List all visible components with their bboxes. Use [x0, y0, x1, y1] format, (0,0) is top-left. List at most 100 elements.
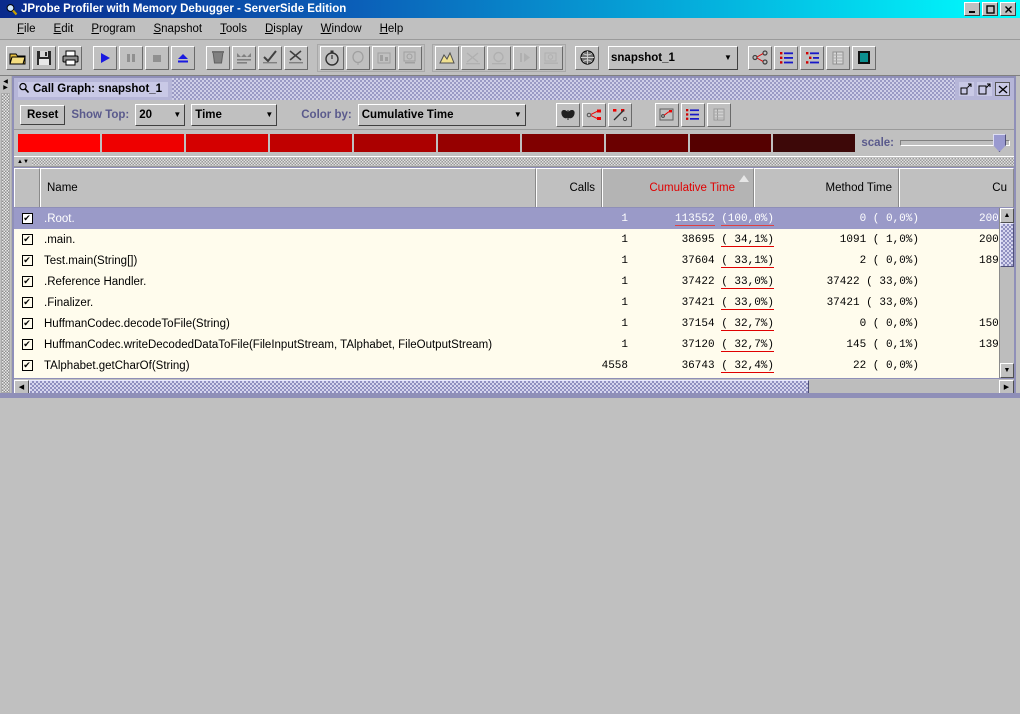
color-by-combo[interactable]: Cumulative Time ▼ [357, 103, 526, 126]
menu-program[interactable]: Program [82, 21, 144, 37]
splitter-arrow-icons[interactable]: ▲▼ [14, 159, 29, 165]
merge-icon[interactable] [513, 45, 537, 70]
table-view-icon[interactable] [826, 45, 850, 70]
table-vertical-scrollbar[interactable]: ▲ ▼ [999, 208, 1014, 378]
row-checkbox-cell[interactable]: ✔ [14, 276, 40, 287]
instance-icon[interactable] [461, 45, 485, 70]
column-header-calls[interactable]: Calls [536, 168, 602, 207]
reference-icon[interactable] [539, 45, 563, 70]
snapshot-image-icon[interactable] [398, 45, 422, 70]
check-icon[interactable] [258, 45, 282, 70]
scale-swatch-5 [437, 134, 520, 152]
scale-slider[interactable] [900, 134, 1010, 152]
scissors-icon[interactable] [284, 45, 308, 70]
table-row[interactable]: ✔ TAlphabet.getCharOf(String) 4558 36743 ( … [14, 355, 1014, 376]
butterfly-icon[interactable] [555, 102, 580, 127]
close-button[interactable] [1000, 2, 1016, 16]
method-list-icon[interactable] [680, 102, 705, 127]
eject-icon[interactable] [171, 45, 195, 70]
column-header-method-time[interactable]: Method Time [754, 168, 899, 207]
snapshot-combo[interactable]: snapshot_1 ▼ [608, 45, 738, 70]
scroll-down-button[interactable]: ▼ [1000, 363, 1014, 378]
row-checkbox[interactable]: ✔ [21, 318, 33, 329]
balloon-icon[interactable] [346, 45, 370, 70]
magnify-icon[interactable] [487, 45, 511, 70]
stop-icon[interactable] [145, 45, 169, 70]
row-checkbox[interactable]: ✔ [21, 213, 33, 224]
pause-icon[interactable] [119, 45, 143, 70]
play-icon[interactable] [93, 45, 117, 70]
call-graph-icon[interactable] [748, 45, 772, 70]
graph-expand-icon[interactable] [581, 102, 606, 127]
graph-collapse-icon[interactable] [607, 102, 632, 127]
row-checkbox[interactable]: ✔ [21, 360, 33, 371]
vertical-scroll-thumb[interactable] [1000, 223, 1014, 267]
row-checkbox-cell[interactable]: ✔ [14, 318, 40, 329]
row-checkbox-cell[interactable]: ✔ [14, 234, 40, 245]
row-checkbox[interactable]: ✔ [21, 339, 33, 350]
heap-list-icon[interactable] [800, 45, 824, 70]
cell-cumulative-time: 37604 ( 33,1%) [628, 254, 780, 268]
scale-swatch-0 [18, 134, 100, 152]
restore-icon[interactable] [959, 82, 974, 96]
column-header-cu[interactable]: Cu [899, 168, 1014, 207]
table-row[interactable]: ✔ HuffmanCodec.decodeToFile(String) 1 37154… [14, 313, 1014, 334]
table-row[interactable]: ✔ .main. 1 38695 ( 34,1%) 1091 ( 1,0%) 20093 [14, 229, 1014, 250]
metric-combo[interactable]: Time ▼ [191, 103, 278, 126]
row-checkbox-cell[interactable]: ✔ [14, 255, 40, 266]
mountain-graph-icon[interactable] [435, 45, 459, 70]
menu-tools[interactable]: Tools [211, 21, 256, 37]
run-tools-group [91, 44, 197, 72]
menu-snapshot[interactable]: Snapshot [144, 21, 211, 37]
notebook-icon[interactable] [852, 45, 876, 70]
menu-display[interactable]: Display [256, 21, 312, 37]
left-splitter-rail[interactable]: ◀ ▶ [0, 76, 12, 393]
method-detail-icon[interactable] [372, 45, 396, 70]
show-top-combo[interactable]: 20 ▼ [135, 103, 186, 126]
menu-help[interactable]: Help [371, 21, 413, 37]
snapshot-globe-icon[interactable] [575, 45, 599, 70]
row-checkbox-cell[interactable]: ✔ [14, 360, 40, 371]
column-header-cumulative-time[interactable]: Cumulative Time [602, 168, 754, 207]
vertical-scroll-track[interactable] [1000, 267, 1014, 363]
row-checkbox-cell[interactable]: ✔ [14, 297, 40, 308]
snapshot-combo-value: snapshot_1 [611, 51, 675, 64]
rail-arrow-icons[interactable]: ◀ ▶ [3, 76, 8, 91]
row-checkbox[interactable]: ✔ [21, 276, 33, 287]
menu-window[interactable]: Window [312, 21, 371, 37]
trash-icon[interactable] [206, 45, 230, 70]
subtree-icon[interactable] [654, 102, 679, 127]
menu-edit[interactable]: Edit [45, 21, 83, 37]
horizontal-splitter[interactable]: ▲▼ [14, 156, 1014, 167]
method-list-icon[interactable] [774, 45, 798, 70]
floppy-disk-icon[interactable] [32, 45, 56, 70]
splitter-texture [31, 158, 1014, 165]
menu-file[interactable]: File [8, 21, 45, 37]
printer-icon[interactable] [58, 45, 82, 70]
table-row[interactable]: ✔HuffmanTools.findString(String, String[… [14, 376, 1014, 378]
minimize-button[interactable] [964, 2, 980, 16]
maximize-icon[interactable] [977, 82, 992, 96]
table-row[interactable]: ✔ .Root. 1 113552 (100,0%) 0 ( 0,0%) 20097 [14, 208, 1014, 229]
scale-slider-thumb[interactable] [993, 134, 1006, 152]
row-checkbox-cell[interactable]: ✔ [14, 213, 40, 224]
table-row[interactable]: ✔ HuffmanCodec.writeDecodedDataToFile(Fil… [14, 334, 1014, 355]
reset-button[interactable]: Reset [20, 104, 66, 125]
table-body[interactable]: ✔ .Root. 1 113552 (100,0%) 0 ( 0,0%) 20097 ✔ .m… [14, 208, 1014, 378]
maximize-button[interactable] [982, 2, 998, 16]
table-row[interactable]: ✔ .Reference Handler. 1 37422 ( 33,0%) 37422… [14, 271, 1014, 292]
checkpoint-icon[interactable] [232, 45, 256, 70]
close-x-icon[interactable] [995, 82, 1010, 96]
row-checkbox[interactable]: ✔ [21, 234, 33, 245]
row-checkbox[interactable]: ✔ [21, 255, 33, 266]
scale-swatch-7 [605, 134, 688, 152]
stopwatch-icon[interactable] [320, 45, 344, 70]
column-header-name[interactable]: Name [40, 168, 536, 207]
scroll-up-button[interactable]: ▲ [1000, 208, 1014, 223]
row-checkbox[interactable]: ✔ [21, 297, 33, 308]
open-folder-icon[interactable] [6, 45, 30, 70]
table-row[interactable]: ✔ Test.main(String[]) 1 37604 ( 33,1%) 2 ( 0… [14, 250, 1014, 271]
table-row[interactable]: ✔ .Finalizer. 1 37421 ( 33,0%) 37421 ( 33,0%… [14, 292, 1014, 313]
table-icon[interactable] [706, 102, 731, 127]
row-checkbox-cell[interactable]: ✔ [14, 339, 40, 350]
